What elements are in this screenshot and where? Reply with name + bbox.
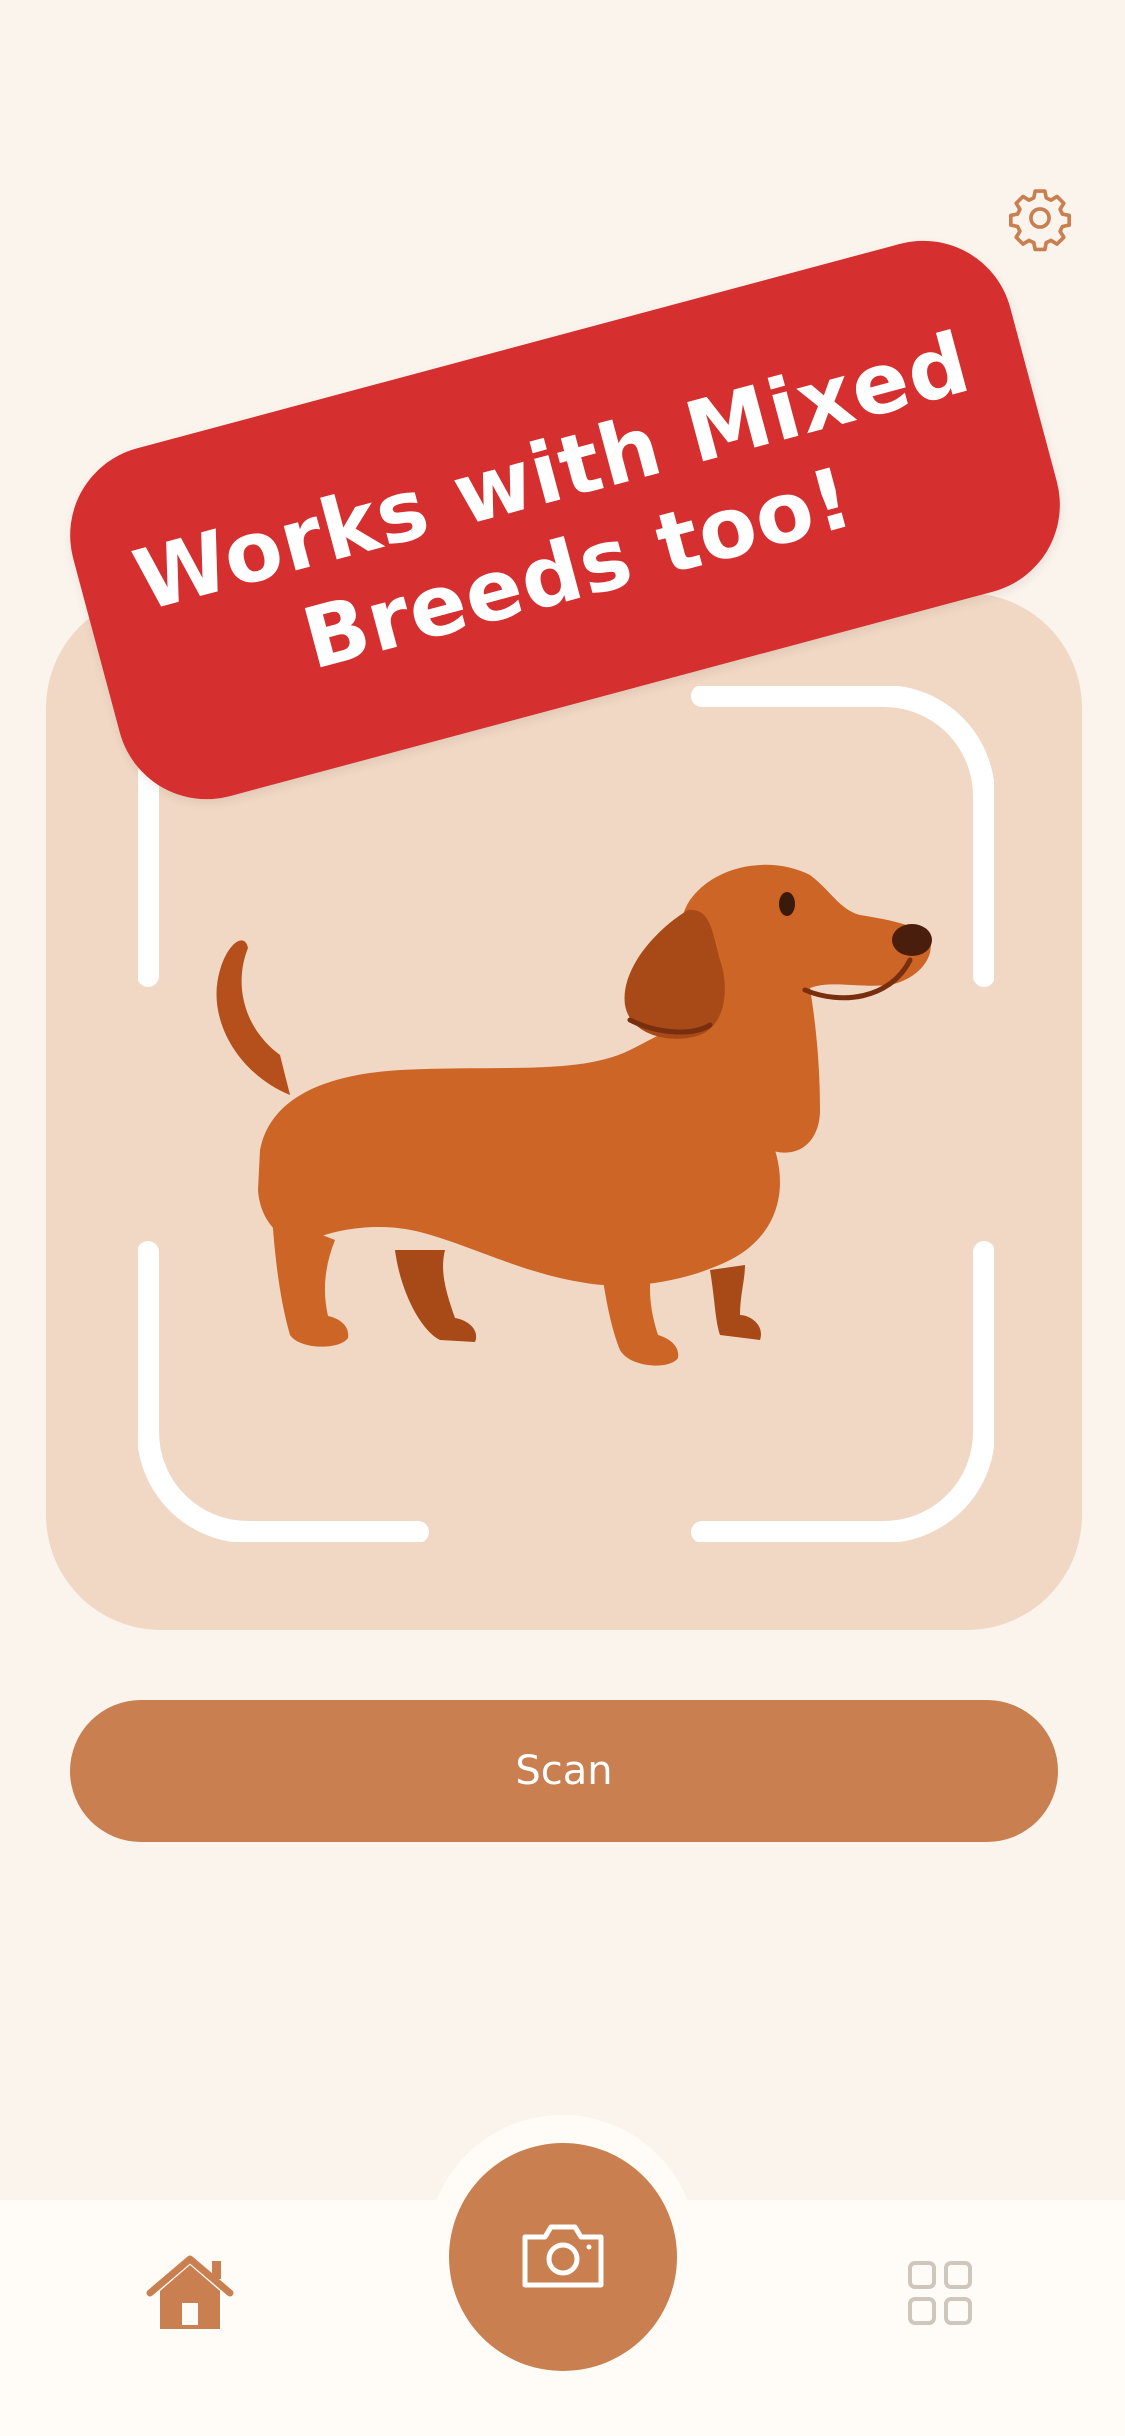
tab-home[interactable] — [140, 2245, 240, 2345]
gear-icon — [1006, 184, 1074, 256]
home-icon — [144, 2253, 236, 2337]
grid-icon — [906, 2259, 974, 2331]
tab-collection[interactable] — [890, 2245, 990, 2345]
camera-icon — [519, 2219, 607, 2295]
camera-button[interactable] — [449, 2143, 677, 2371]
dog-illustration — [216, 864, 932, 1366]
settings-button[interactable] — [1000, 180, 1080, 260]
scan-button-label: Scan — [515, 1748, 613, 1794]
scan-button[interactable]: Scan — [70, 1700, 1058, 1842]
